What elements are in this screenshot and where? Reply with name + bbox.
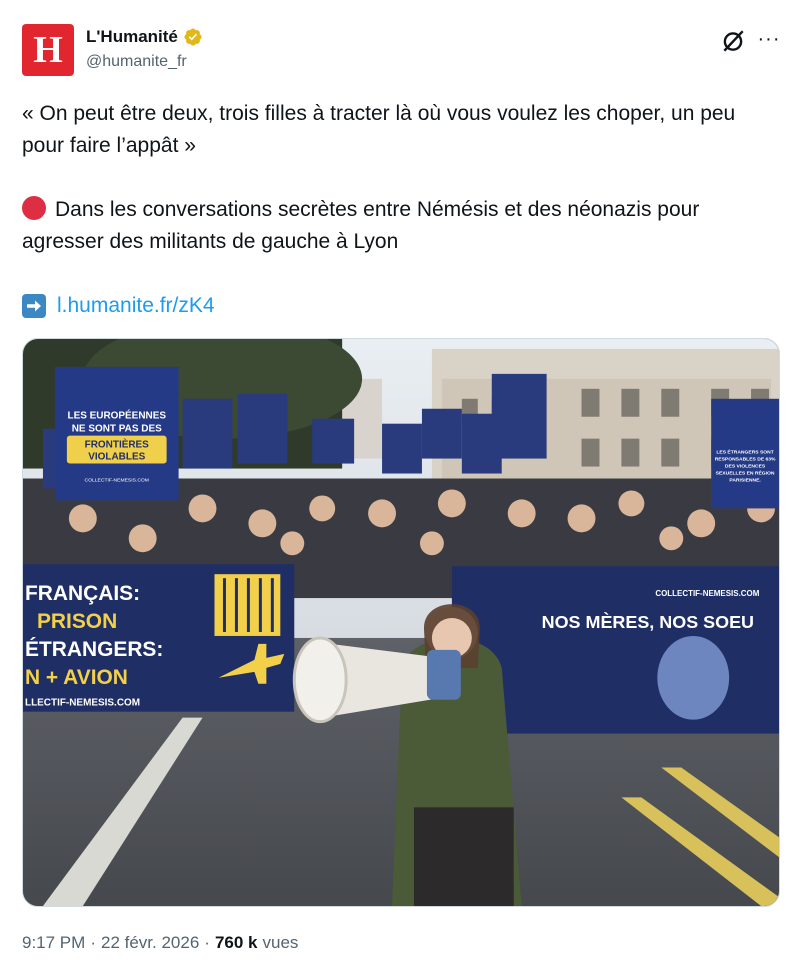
svg-text:FRANÇAIS:: FRANÇAIS:	[25, 582, 140, 605]
author-display-name[interactable]: L'Humanité	[86, 27, 178, 47]
tweet-link-row: l.humanite.fr/zK4	[22, 290, 782, 322]
svg-text:PRISON: PRISON	[37, 610, 117, 633]
meta-separator: ·	[204, 933, 210, 952]
tweet-quote: « On peut être deux, trois filles à trac…	[22, 102, 742, 157]
svg-text:SEXUELLES EN RÉGION: SEXUELLES EN RÉGION	[716, 469, 775, 477]
svg-text:COLLECTIF-NEMESIS.COM: COLLECTIF-NEMESIS.COM	[85, 477, 149, 483]
right-arrow-icon	[22, 294, 46, 318]
author-avatar[interactable]: H	[22, 24, 74, 76]
protest-photo-illustration: LES EUROPÉENNES NE SONT PAS DES FRONTIÈR…	[23, 339, 779, 906]
svg-text:VIOLABLES: VIOLABLES	[88, 452, 145, 463]
avatar-logo-letter: H	[33, 29, 63, 71]
svg-text:LES ÉTRANGERS SONT: LES ÉTRANGERS SONT	[716, 448, 773, 456]
author-name-row: L'Humanité	[86, 27, 203, 47]
red-circle-icon	[22, 196, 46, 220]
views-count: 760 k	[214, 933, 258, 952]
svg-text:NOS MÈRES, NOS SOEU: NOS MÈRES, NOS SOEU	[542, 611, 754, 632]
svg-text:PARISIENNE.: PARISIENNE.	[729, 477, 761, 483]
meta-separator: ·	[90, 933, 96, 952]
svg-text:LLECTIF-NEMESIS.COM: LLECTIF-NEMESIS.COM	[25, 698, 140, 709]
svg-text:N + AVION: N + AVION	[25, 666, 128, 689]
svg-text:NE SONT PAS DES: NE SONT PAS DES	[72, 424, 162, 435]
tweet-photo[interactable]: LES EUROPÉENNES NE SONT PAS DES FRONTIÈR…	[22, 338, 780, 907]
tweet-body: Dans les conversations secrètes entre Né…	[22, 194, 782, 258]
more-options-icon[interactable]: ···	[756, 28, 782, 54]
tweet-body-text: Dans les conversations secrètes entre Né…	[22, 198, 706, 253]
svg-text:ÉTRANGERS:: ÉTRANGERS:	[25, 638, 163, 661]
svg-text:DES VIOLENCES: DES VIOLENCES	[725, 464, 766, 470]
svg-text:LES EUROPÉENNES: LES EUROPÉENNES	[68, 411, 167, 422]
svg-text:RESPONSABLES DE 63%: RESPONSABLES DE 63%	[715, 457, 776, 463]
tweet-time[interactable]: 9:17 PM	[22, 933, 85, 953]
views-label: vues	[262, 933, 299, 952]
author-handle[interactable]: @humanite_fr	[86, 53, 187, 71]
tweet-date[interactable]: 22 févr. 2026	[101, 933, 199, 953]
grok-icon[interactable]	[720, 28, 746, 54]
svg-text:COLLECTIF-NEMESIS.COM: COLLECTIF-NEMESIS.COM	[655, 589, 759, 598]
tweet-metadata: 9:17 PM · 22 févr. 2026 · 760 k vues	[22, 933, 298, 953]
tweet-text: « On peut être deux, trois filles à trac…	[22, 98, 782, 322]
verified-badge-icon	[184, 28, 202, 46]
tweet-header: H L'Humanité @humanite_fr ···	[22, 22, 782, 78]
svg-text:FRONTIÈRES: FRONTIÈRES	[85, 440, 150, 451]
article-link[interactable]: l.humanite.fr/zK4	[57, 290, 215, 322]
